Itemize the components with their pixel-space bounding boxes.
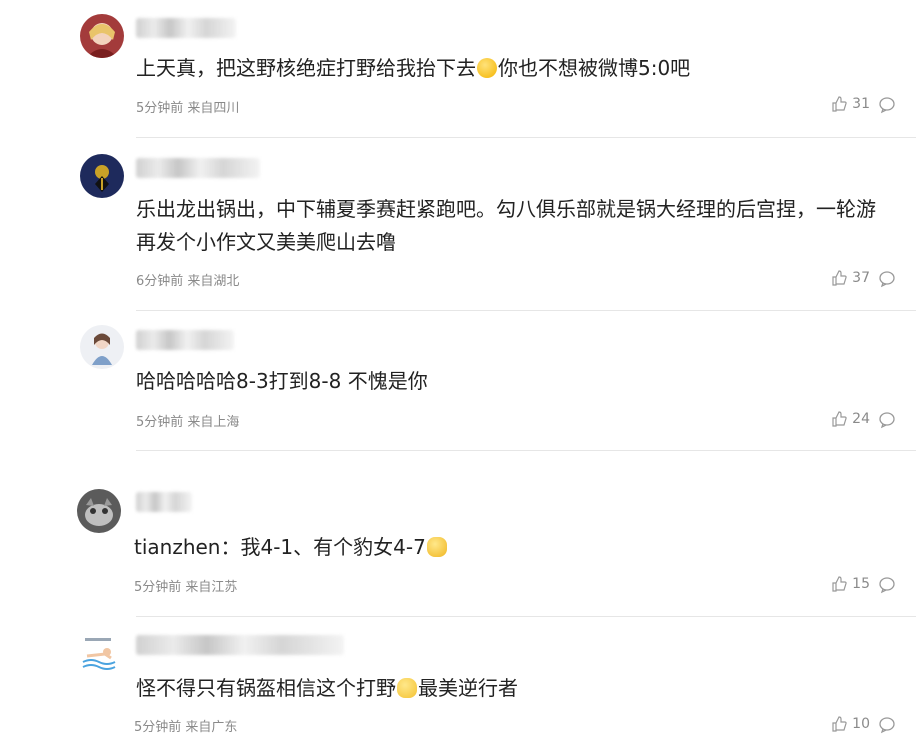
user-avatar[interactable] — [77, 632, 121, 676]
divider — [136, 616, 916, 617]
comment-text: tianzhen：我4-1、有个豹女4-7 — [134, 531, 448, 564]
thumbs-up-icon — [832, 716, 847, 732]
username-blurred[interactable] — [136, 635, 344, 655]
user-avatar[interactable] — [77, 489, 121, 533]
username-blurred[interactable] — [136, 330, 234, 350]
reply-comment-icon[interactable] — [878, 411, 896, 429]
thumbs-up-icon — [832, 96, 847, 112]
clap-emoji-icon — [397, 678, 417, 698]
user-avatar[interactable] — [80, 325, 124, 369]
comment-time: 6分钟前 — [136, 274, 184, 289]
comment-meta: 5分钟前 来自广东 — [134, 716, 237, 735]
thumbs-up-emoji-icon — [426, 537, 447, 557]
comment-meta: 5分钟前 来自四川 — [136, 97, 239, 116]
like-button[interactable]: 37 — [831, 270, 870, 286]
comment-location: 来自江苏 — [185, 580, 238, 595]
like-button[interactable]: 15 — [831, 576, 870, 592]
like-count: 37 — [852, 270, 870, 286]
like-count: 15 — [852, 576, 870, 592]
like-button[interactable]: 10 — [831, 716, 870, 732]
comment-time: 5分钟前 — [136, 101, 184, 116]
comment-time: 5分钟前 — [134, 580, 182, 595]
reply-comment-icon[interactable] — [878, 576, 896, 594]
comment-meta: 5分钟前 来自上海 — [136, 411, 239, 430]
like-button[interactable]: 31 — [831, 96, 870, 112]
like-button[interactable]: 24 — [831, 411, 870, 427]
divider — [136, 137, 916, 138]
divider — [136, 310, 916, 311]
like-count: 10 — [852, 716, 870, 732]
thumbs-up-icon — [832, 576, 847, 592]
comment-time: 5分钟前 — [136, 415, 184, 430]
username-blurred[interactable] — [136, 492, 192, 512]
comment-text: 上天真，把这野核绝症打野给我抬下去 你也不想被微博5:0吧 — [136, 56, 691, 80]
comment-text: 怪不得只有锅盔相信这个打野 最美逆行者 — [136, 676, 518, 700]
like-count: 24 — [852, 411, 870, 427]
like-count: 31 — [852, 96, 870, 112]
comment-meta: 5分钟前 来自江苏 — [134, 576, 237, 595]
reply-comment-icon[interactable] — [878, 270, 896, 288]
comment-meta: 6分钟前 来自湖北 — [136, 270, 239, 289]
comment-time: 5分钟前 — [134, 720, 182, 735]
username-blurred[interactable] — [136, 18, 236, 38]
smile-emoji-icon — [477, 58, 497, 78]
reply-comment-icon[interactable] — [878, 96, 896, 114]
comment-text: 乐出龙出锅出，中下辅夏季赛赶紧跑吧。勾八俱乐部就是锅大经理的后宫捏，一轮游再发个… — [136, 197, 876, 254]
thumbs-up-icon — [832, 270, 847, 286]
comment-location: 来自湖北 — [187, 274, 240, 289]
username-blurred[interactable] — [136, 158, 260, 178]
comment-location: 来自四川 — [187, 101, 240, 116]
comment-location: 来自上海 — [187, 415, 240, 430]
thumbs-up-icon — [832, 411, 847, 427]
comment-text: 哈哈哈哈哈8-3打到8-8 不愧是你 — [136, 369, 428, 393]
comment-location: 来自广东 — [185, 720, 238, 735]
user-avatar[interactable] — [80, 154, 124, 198]
user-avatar[interactable] — [80, 14, 124, 58]
divider — [136, 450, 916, 451]
reply-comment-icon[interactable] — [878, 716, 896, 734]
